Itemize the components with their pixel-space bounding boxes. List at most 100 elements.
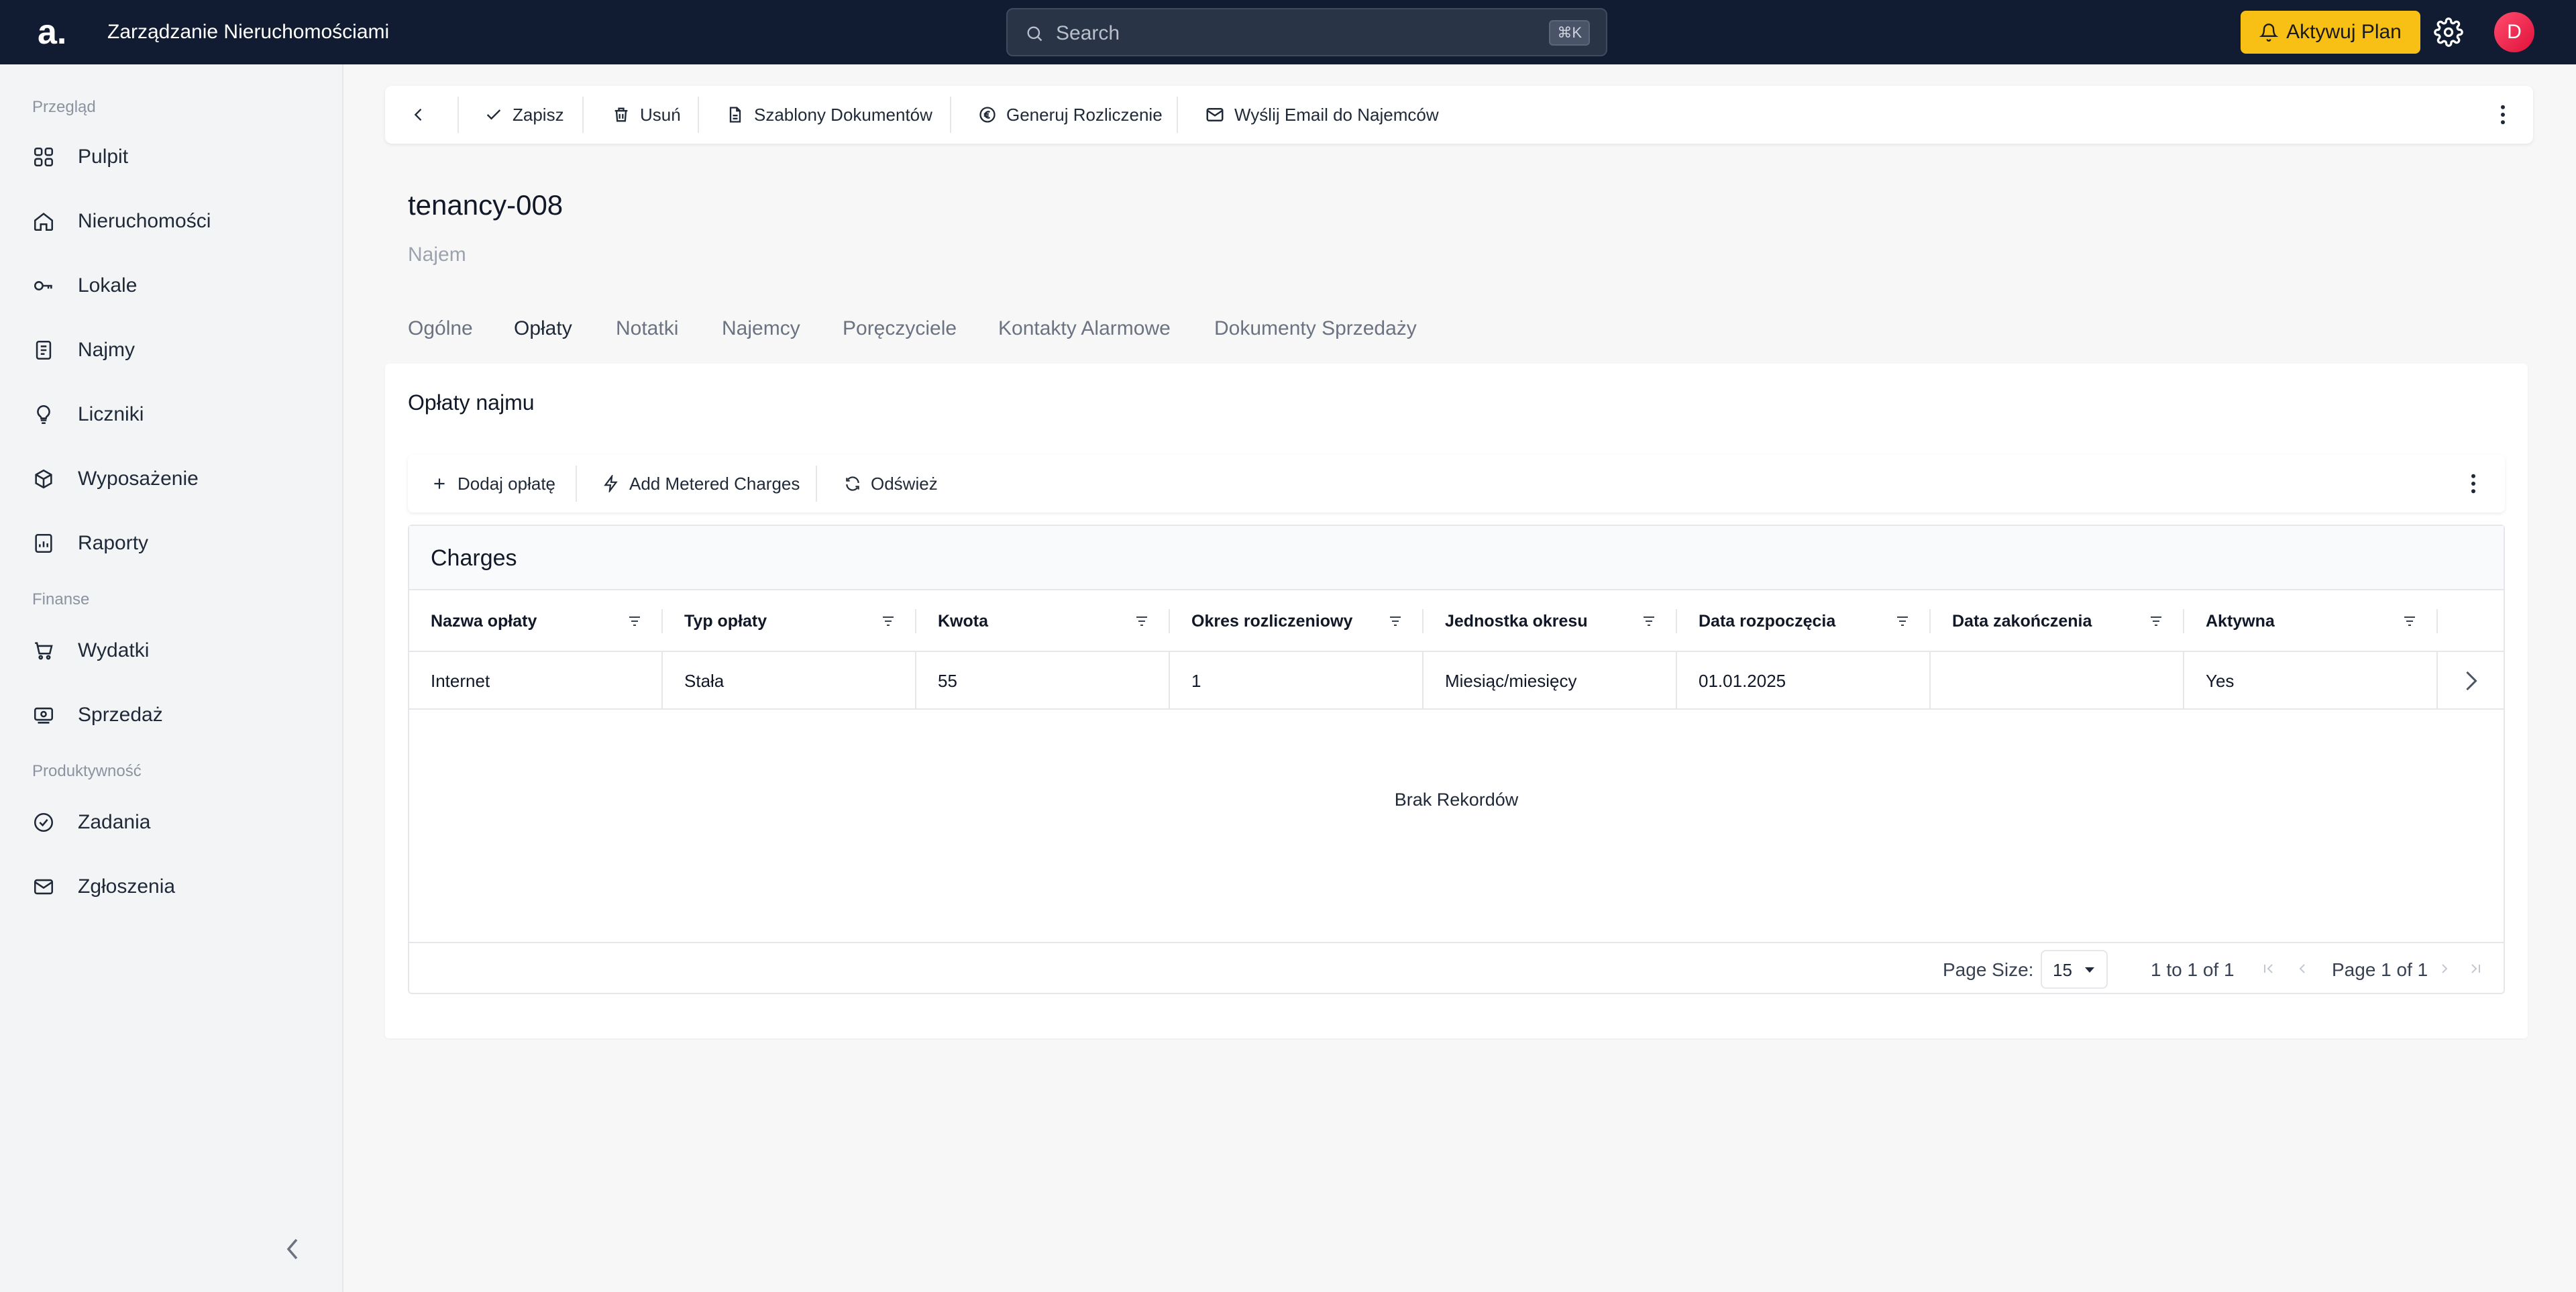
toolbar-divider bbox=[582, 97, 584, 133]
column-header-data-rozpoczecia[interactable]: Data rozpoczęcia bbox=[1677, 590, 1931, 652]
box-icon bbox=[35, 469, 52, 489]
more-options-button[interactable] bbox=[2500, 86, 2506, 144]
tab-notatki[interactable]: Notatki bbox=[616, 315, 678, 342]
sidebar-item-wydatki[interactable]: Wydatki bbox=[32, 629, 314, 672]
document-templates-button[interactable]: Szablony Dokumentów bbox=[726, 86, 932, 144]
last-page-icon[interactable] bbox=[2467, 961, 2483, 977]
app-logo[interactable]: a. bbox=[38, 12, 66, 52]
sidebar-item-liczniki[interactable]: Liczniki bbox=[32, 393, 314, 436]
charges-panel: Opłaty najmu Dodaj opłatę Add Metered Ch… bbox=[385, 364, 2528, 1038]
cell-value: 1 bbox=[1191, 671, 1201, 691]
sidebar-item-label: Lokale bbox=[78, 274, 138, 297]
activate-plan-button[interactable]: Aktywuj Plan bbox=[2241, 11, 2420, 54]
add-metered-charges-button[interactable]: Add Metered Charges bbox=[602, 455, 800, 513]
delete-button[interactable]: Usuń bbox=[612, 86, 681, 144]
activate-plan-label: Aktywuj Plan bbox=[2286, 21, 2402, 43]
sidebar-item-lokale[interactable]: Lokale bbox=[32, 264, 314, 307]
sidebar-item-label: Liczniki bbox=[78, 403, 144, 425]
caret-down-icon bbox=[2085, 967, 2094, 973]
filter-icon[interactable] bbox=[627, 613, 643, 629]
first-page-icon[interactable] bbox=[2261, 961, 2277, 977]
sidebar-item-label: Wyposażenie bbox=[78, 468, 199, 490]
filter-icon[interactable] bbox=[1134, 613, 1150, 629]
column-header-label: Jednostka okresu bbox=[1445, 612, 1588, 631]
page-size-select[interactable]: 15 bbox=[2041, 950, 2108, 989]
sidebar-item-pulpit[interactable]: Pulpit bbox=[32, 136, 314, 178]
filter-icon[interactable] bbox=[1641, 613, 1657, 629]
toolbar-divider bbox=[950, 97, 951, 133]
filter-icon[interactable] bbox=[1894, 613, 1911, 629]
search-input[interactable]: Search ⌘K bbox=[1006, 8, 1607, 56]
table-cell: Stała bbox=[663, 652, 916, 710]
toolbar-divider bbox=[816, 466, 817, 502]
gear-icon[interactable] bbox=[2434, 17, 2463, 47]
toolbar-divider bbox=[1177, 97, 1178, 133]
column-header-nazwa-oplaty[interactable]: Nazwa opłaty bbox=[409, 590, 663, 652]
pagination-bar: Page Size: 15 1 to 1 of 1 Page 1 of 1 bbox=[409, 942, 2504, 994]
filter-icon[interactable] bbox=[2148, 613, 2164, 629]
tab-ogolne[interactable]: Ogólne bbox=[408, 315, 473, 342]
more-vertical-icon bbox=[2471, 474, 2475, 494]
add-charge-button[interactable]: Dodaj opłatę bbox=[431, 455, 555, 513]
refresh-icon bbox=[846, 476, 859, 491]
charges-more-options-button[interactable] bbox=[2470, 455, 2477, 513]
table-cell: Internet bbox=[409, 652, 663, 710]
sidebar-item-label: Najmy bbox=[78, 339, 136, 361]
document-templates-label: Szablony Dokumentów bbox=[754, 104, 932, 125]
sidebar-item-label: Pulpit bbox=[78, 146, 129, 168]
column-header-label: Data rozpoczęcia bbox=[1699, 612, 1836, 631]
collapse-sidebar-icon[interactable] bbox=[282, 1236, 303, 1262]
lightning-icon bbox=[604, 475, 618, 492]
key-icon bbox=[34, 281, 52, 290]
sidebar-item-raporty[interactable]: Raporty bbox=[32, 522, 314, 565]
sidebar-item-label: Zadania bbox=[78, 811, 151, 833]
toolbar-divider bbox=[576, 466, 577, 502]
generate-settlement-button[interactable]: Generuj Rozliczenie bbox=[978, 86, 1163, 144]
toolbar-divider bbox=[458, 97, 459, 133]
check-circle-icon bbox=[34, 812, 54, 832]
filter-icon[interactable] bbox=[1387, 613, 1403, 629]
refresh-button[interactable]: Odśwież bbox=[844, 455, 938, 513]
mail-icon bbox=[1206, 108, 1224, 121]
sidebar-item-sprzedaz[interactable]: Sprzedaż bbox=[32, 694, 314, 737]
panel-title: Opłaty najmu bbox=[408, 390, 535, 415]
column-header-jednostka-okresu[interactable]: Jednostka okresu bbox=[1424, 590, 1677, 652]
tab-oplaty[interactable]: Opłaty bbox=[514, 315, 572, 342]
sidebar-item-zadania[interactable]: Zadania bbox=[32, 801, 314, 844]
tab-kontakty-alarmowe[interactable]: Kontakty Alarmowe bbox=[998, 315, 1171, 342]
next-page-icon[interactable] bbox=[2436, 961, 2453, 977]
email-tenants-button[interactable]: Wyślij Email do Najemców bbox=[1205, 86, 1439, 144]
sidebar-item-zgloszenia[interactable]: Zgłoszenia bbox=[32, 865, 314, 908]
column-header-okres-rozliczeniowy[interactable]: Okres rozliczeniowy bbox=[1170, 590, 1424, 652]
column-divider[interactable] bbox=[2436, 609, 2438, 633]
generate-settlement-label: Generuj Rozliczenie bbox=[1006, 104, 1163, 125]
more-vertical-icon bbox=[2501, 105, 2505, 125]
sidebar-item-nieruchomosci[interactable]: Nieruchomości bbox=[32, 200, 314, 243]
column-header-label: Nazwa opłaty bbox=[431, 612, 537, 631]
save-button[interactable]: Zapisz bbox=[484, 86, 564, 144]
sidebar-item-wyposazenie[interactable]: Wyposażenie bbox=[32, 457, 314, 500]
column-header-kwota[interactable]: Kwota bbox=[916, 590, 1170, 652]
table-row[interactable]: Internet Stała 55 1 Miesiąc/miesięcy 01.… bbox=[409, 652, 2504, 710]
column-header-data-zakonczenia[interactable]: Data zakończenia bbox=[1931, 590, 2184, 652]
filter-icon[interactable] bbox=[880, 613, 896, 629]
save-label: Zapisz bbox=[513, 104, 564, 125]
page-indicator: Page 1 of 1 bbox=[2332, 959, 2428, 980]
user-avatar[interactable]: D bbox=[2494, 12, 2534, 52]
sidebar-section-przeglad: Przegląd bbox=[32, 98, 96, 116]
column-header-aktywna[interactable]: Aktywna bbox=[2184, 590, 2438, 652]
column-header-typ-oplaty[interactable]: Typ opłaty bbox=[663, 590, 916, 652]
delete-label: Usuń bbox=[640, 104, 681, 125]
back-button[interactable] bbox=[409, 86, 428, 144]
email-tenants-label: Wyślij Email do Najemców bbox=[1234, 104, 1439, 125]
filter-icon[interactable] bbox=[2402, 613, 2418, 629]
tab-dokumenty-sprzedazy[interactable]: Dokumenty Sprzedaży bbox=[1214, 315, 1417, 342]
top-bar: a. Zarządzanie Nieruchomościami Search ⌘… bbox=[0, 0, 2576, 64]
sidebar-item-najmy[interactable]: Najmy bbox=[32, 329, 314, 372]
chevron-right-icon[interactable] bbox=[2461, 669, 2481, 692]
previous-page-icon[interactable] bbox=[2294, 961, 2310, 977]
tab-poreczyciele[interactable]: Poręczyciele bbox=[843, 315, 957, 342]
chevron-left-icon bbox=[414, 109, 422, 121]
tab-najemcy[interactable]: Najemcy bbox=[722, 315, 800, 342]
plus-icon bbox=[434, 478, 445, 489]
